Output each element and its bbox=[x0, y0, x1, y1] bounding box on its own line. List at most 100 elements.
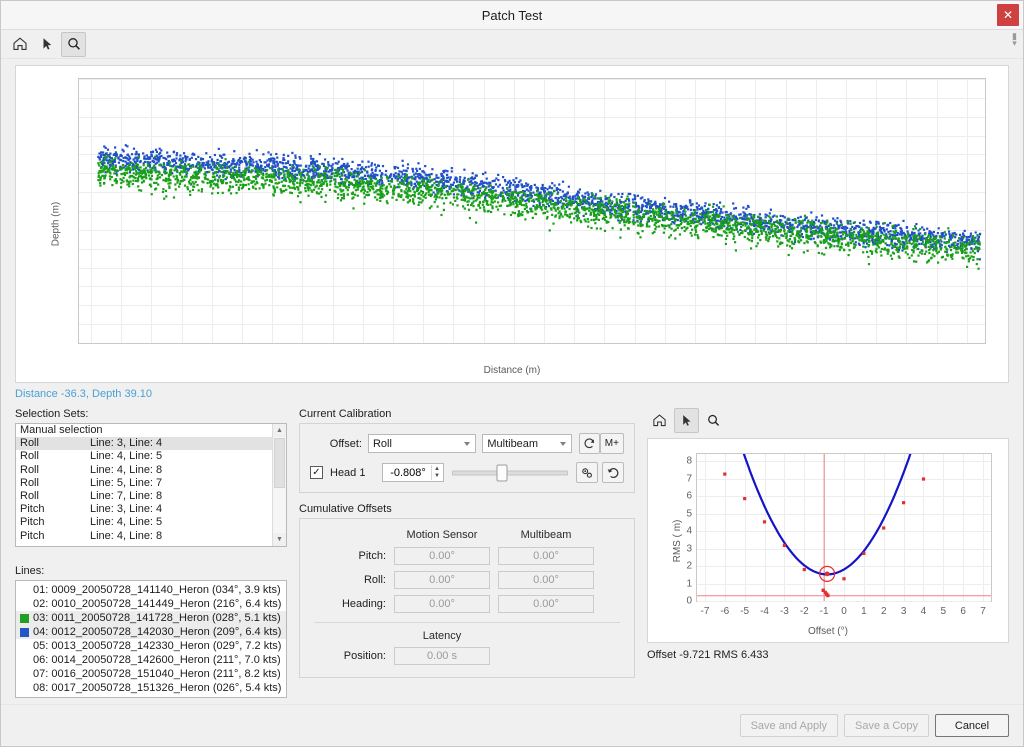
x-axis-tick: -7 bbox=[700, 606, 709, 617]
table-row[interactable]: RollLine: 5, Line: 7 bbox=[16, 477, 272, 490]
table-row[interactable]: RollLine: 4, Line: 5 bbox=[16, 450, 272, 463]
motion-sensor-header: Motion Sensor bbox=[394, 529, 490, 541]
scroll-up-icon[interactable]: ▲ bbox=[273, 424, 286, 437]
multibeam-header: Multibeam bbox=[498, 529, 594, 541]
right-column: RMS ( m) Offset (°) -7-6-5-4-3-2-1012345… bbox=[647, 408, 1009, 704]
list-item[interactable]: 04: 0012_20050728_142030_Heron (209°, 6.… bbox=[16, 625, 286, 639]
head1-offset-stepper[interactable]: ▲ ▼ bbox=[382, 463, 444, 482]
cumulative-offsets-group: Cumulative Offsets Motion Sensor Multibe… bbox=[299, 503, 635, 678]
stepper-up-icon[interactable]: ▲ bbox=[432, 465, 442, 473]
y-axis-tick: 8 bbox=[686, 456, 692, 467]
rms-data-point bbox=[862, 552, 865, 555]
rms-data-point bbox=[803, 568, 806, 571]
line-color-swatch bbox=[20, 684, 29, 693]
offset-type-select[interactable]: Roll bbox=[368, 434, 476, 453]
undo-icon[interactable] bbox=[602, 462, 624, 483]
list-item[interactable]: 08: 0017_20050728_151326_Heron (026°, 5.… bbox=[16, 681, 286, 695]
save-a-copy-button[interactable]: Save a Copy bbox=[844, 714, 929, 737]
chevron-down-icon: ▾ bbox=[1012, 40, 1017, 47]
zoom-icon[interactable] bbox=[61, 32, 86, 57]
depth-plot-area[interactable]: -75-70-65-60-55-50-45-40-35-30-25-20-15-… bbox=[78, 78, 986, 344]
settings-gear-icon[interactable] bbox=[576, 462, 598, 483]
sensor-select[interactable]: Multibeam bbox=[482, 434, 572, 453]
cumulative-offsets-title: Cumulative Offsets bbox=[299, 503, 635, 515]
line-label: 01: 0009_20050728_141140_Heron (034°, 3.… bbox=[33, 583, 281, 597]
list-item[interactable]: 02: 0010_20050728_141449_Heron (216°, 6.… bbox=[16, 597, 286, 611]
home-icon[interactable] bbox=[647, 408, 672, 433]
y-axis-tick: 7 bbox=[686, 473, 692, 484]
x-axis-tick: 3 bbox=[901, 606, 907, 617]
line-label: 03: 0011_20050728_141728_Heron (028°, 5.… bbox=[33, 611, 281, 625]
gridline bbox=[79, 343, 985, 344]
scroll-down-icon[interactable]: ▼ bbox=[273, 533, 286, 546]
table-row[interactable]: RollLine: 4, Line: 8 bbox=[16, 464, 272, 477]
toolbar-overflow-icon[interactable]: ▮ ▾ bbox=[1012, 33, 1017, 47]
line-color-swatch bbox=[20, 586, 29, 595]
selection-sets-header-row[interactable]: Manual selection bbox=[16, 424, 272, 437]
cancel-button[interactable]: Cancel bbox=[935, 714, 1009, 737]
line-label: 04: 0012_20050728_142030_Heron (209°, 6.… bbox=[33, 625, 281, 639]
rms-data-point bbox=[902, 501, 905, 504]
memory-plus-button[interactable]: M+ bbox=[600, 433, 624, 454]
selection-sets-scrollbar[interactable]: ▲ ▼ bbox=[272, 424, 286, 546]
y-axis-tick: 6 bbox=[686, 491, 692, 502]
selection-set-type: Pitch bbox=[20, 503, 90, 516]
title-bar: Patch Test ✕ bbox=[1, 1, 1023, 30]
list-item[interactable]: 03: 0011_20050728_141728_Heron (028°, 5.… bbox=[16, 611, 286, 625]
rms-toolbar bbox=[647, 408, 1009, 433]
window-title: Patch Test bbox=[482, 8, 542, 23]
y-axis-tick: 3 bbox=[686, 543, 692, 554]
list-item[interactable]: 05: 0013_20050728_142330_Heron (029°, 7.… bbox=[16, 639, 286, 653]
lines-list[interactable]: 01: 0009_20050728_141140_Heron (034°, 3.… bbox=[15, 580, 287, 698]
depth-profile-plot[interactable]: Depth (m) Distance (m) -75-70-65-60-55-5… bbox=[15, 65, 1009, 383]
x-axis-tick: 7 bbox=[980, 606, 986, 617]
refresh-icon[interactable] bbox=[579, 433, 600, 454]
scrollbar-thumb[interactable] bbox=[274, 438, 285, 488]
x-axis-tick: -3 bbox=[780, 606, 789, 617]
head1-checkbox[interactable]: ✓ bbox=[310, 466, 323, 479]
list-item[interactable]: 07: 0016_20050728_151040_Heron (211°, 8.… bbox=[16, 667, 286, 681]
line-color-swatch bbox=[20, 656, 29, 665]
gridline bbox=[697, 601, 991, 602]
table-row[interactable]: PitchLine: 4, Line: 5 bbox=[16, 516, 272, 529]
zoom-icon[interactable] bbox=[701, 408, 726, 433]
stepper-down-icon[interactable]: ▼ bbox=[432, 473, 442, 481]
line-label: 06: 0014_20050728_142600_Heron (211°, 7.… bbox=[33, 653, 281, 667]
x-axis-tick: -5 bbox=[740, 606, 749, 617]
rms-data-point bbox=[842, 577, 845, 580]
selection-set-type: Roll bbox=[20, 477, 90, 490]
table-row[interactable]: PitchLine: 3, Line: 4 bbox=[16, 503, 272, 516]
chevron-down-icon bbox=[560, 442, 566, 446]
home-icon[interactable] bbox=[7, 32, 32, 57]
close-icon[interactable]: ✕ bbox=[997, 4, 1019, 26]
table-row[interactable]: PitchLine: 4, Line: 8 bbox=[16, 530, 272, 543]
rms-data-point bbox=[723, 473, 726, 476]
table-row[interactable]: RollLine: 3, Line: 4 bbox=[16, 437, 272, 450]
selection-set-type: Roll bbox=[20, 464, 90, 477]
pointer-icon[interactable] bbox=[34, 32, 59, 57]
x-axis-tick: 2 bbox=[881, 606, 887, 617]
offset-row-label: Roll: bbox=[314, 574, 386, 586]
save-and-apply-button[interactable]: Save and Apply bbox=[740, 714, 838, 737]
rms-curve-plot[interactable]: RMS ( m) Offset (°) -7-6-5-4-3-2-1012345… bbox=[647, 438, 1009, 643]
selection-sets-list[interactable]: Manual selectionRollLine: 3, Line: 4Roll… bbox=[15, 423, 287, 547]
x-axis-tick: -1 bbox=[820, 606, 829, 617]
head1-offset-slider[interactable] bbox=[452, 463, 568, 483]
current-calibration-title: Current Calibration bbox=[299, 408, 635, 420]
rms-plot-area[interactable]: -7-6-5-4-3-2-101234567012345678 bbox=[696, 453, 992, 602]
distance-axis-label: Distance (m) bbox=[16, 365, 1008, 376]
list-item[interactable]: 06: 0014_20050728_142600_Heron (211°, 7.… bbox=[16, 653, 286, 667]
line-label: 08: 0017_20050728_151326_Heron (026°, 5.… bbox=[33, 681, 281, 695]
pointer-icon[interactable] bbox=[674, 408, 699, 433]
footer-bar: Save and Apply Save a Copy Cancel bbox=[1, 704, 1023, 746]
table-row[interactable]: RollLine: 7, Line: 8 bbox=[16, 490, 272, 503]
lines-label: Lines: bbox=[15, 565, 287, 577]
plot-status-text: Distance -36.3, Depth 39.10 bbox=[15, 388, 1009, 400]
slider-thumb[interactable] bbox=[496, 464, 507, 481]
x-axis-tick: -4 bbox=[760, 606, 769, 617]
line-label: 07: 0016_20050728_151040_Heron (211°, 8.… bbox=[33, 667, 281, 681]
selection-set-lines: Line: 3, Line: 4 bbox=[90, 503, 272, 516]
list-item[interactable]: 01: 0009_20050728_141140_Heron (034°, 3.… bbox=[16, 583, 286, 597]
rms-data-point bbox=[783, 544, 786, 547]
line-color-swatch bbox=[20, 628, 29, 637]
